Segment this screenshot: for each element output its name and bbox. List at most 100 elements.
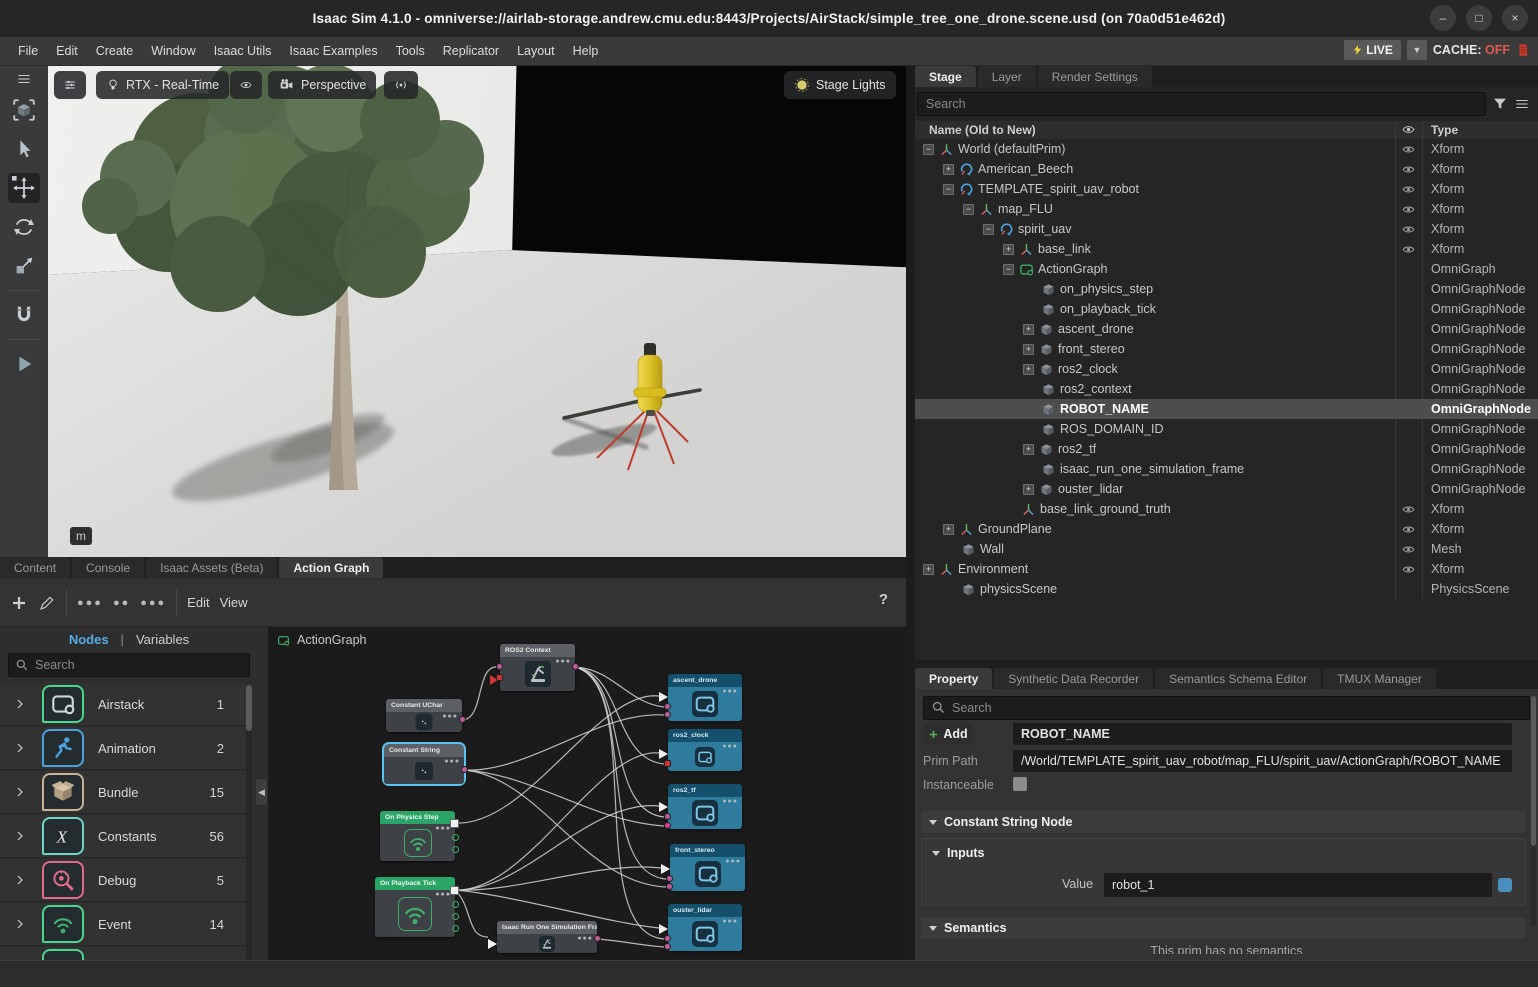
- stage-row-environment[interactable]: +EnvironmentXform: [915, 559, 1538, 579]
- visibility-eye-icon[interactable]: [1401, 163, 1416, 176]
- camera-selector[interactable]: Perspective: [268, 71, 376, 99]
- expand-icon[interactable]: +: [1023, 444, 1034, 455]
- type-column-header[interactable]: Type: [1431, 123, 1458, 137]
- tab-tmux-manager[interactable]: TMUX Manager: [1323, 668, 1436, 689]
- graph-node-front-stereo[interactable]: front_stereo●●●: [670, 844, 745, 891]
- tab-render-settings[interactable]: Render Settings: [1038, 66, 1152, 87]
- stage-row-wall[interactable]: WallMesh: [915, 539, 1538, 559]
- stage-row-robot-name[interactable]: ROBOT_NAMEOmniGraphNode: [915, 399, 1538, 419]
- stage-row-physicsscene[interactable]: physicsScenePhysicsScene: [915, 579, 1538, 599]
- data-port[interactable]: [666, 883, 673, 890]
- tab-layer[interactable]: Layer: [978, 66, 1036, 87]
- visibility-eye-icon[interactable]: [1401, 543, 1416, 556]
- stage-lights-button[interactable]: Stage Lights: [784, 71, 896, 99]
- data-port[interactable]: [664, 935, 671, 942]
- category-bundle[interactable]: Bundle15: [0, 771, 246, 814]
- list-options-icon[interactable]: [1514, 97, 1530, 111]
- bundle-port[interactable]: [452, 834, 459, 841]
- stage-row-american-beech[interactable]: +American_BeechXform: [915, 159, 1538, 179]
- graph-node-ouster-lidar[interactable]: ouster_lidar●●●: [668, 904, 742, 951]
- audio-button[interactable]: [384, 71, 418, 99]
- graph-node-ascent-drone[interactable]: ascent_drone●●●: [668, 674, 742, 721]
- stage-row-ros2-context[interactable]: ros2_contextOmniGraphNode: [915, 379, 1538, 399]
- help-button[interactable]: ?: [879, 591, 888, 608]
- stage-row-isaac-run-one-simulation-frame[interactable]: isaac_run_one_simulation_frameOmniGraphN…: [915, 459, 1538, 479]
- visibility-eye-icon[interactable]: [1401, 183, 1416, 196]
- collapse-icon[interactable]: −: [963, 204, 974, 215]
- bundle-port[interactable]: [452, 913, 459, 920]
- graph-node-ros2-context[interactable]: ROS2 Context●●●: [500, 644, 575, 691]
- category-airstack[interactable]: Airstack1: [0, 683, 246, 726]
- action-graph-canvas[interactable]: ActionGraph ROS2 Context●●●Constant UCha…: [268, 627, 906, 960]
- value-type-chip[interactable]: [1498, 878, 1512, 892]
- graph-node-isaac-run-one-simulation-frame[interactable]: Isaac Run One Simulation Frame●●●: [497, 921, 597, 953]
- constant-string-node-section[interactable]: Constant String Node: [921, 811, 1526, 833]
- menu-create[interactable]: Create: [88, 40, 142, 62]
- renderer-selector[interactable]: RTX - Real-Time: [96, 71, 229, 99]
- stage-row-ros2-tf[interactable]: +ros2_tfOmniGraphNode: [915, 439, 1538, 459]
- vertical-splitter[interactable]: [906, 66, 915, 960]
- stage-row-actiongraph[interactable]: −ActionGraphOmniGraph: [915, 259, 1538, 279]
- prim-path-field[interactable]: /World/TEMPLATE_spirit_uav_robot/map_FLU…: [1013, 750, 1512, 772]
- category-constants[interactable]: XConstants56: [0, 815, 246, 858]
- data-port-magenta[interactable]: [664, 822, 671, 829]
- exec-in-port[interactable]: [659, 692, 668, 702]
- graph-node-constant-uchar[interactable]: Constant UChar●●●: [386, 699, 462, 732]
- data-port[interactable]: [664, 943, 671, 950]
- edit-menu[interactable]: Edit: [187, 595, 209, 610]
- visibility-eye-icon[interactable]: [1401, 523, 1416, 536]
- snap-tool[interactable]: [8, 300, 40, 330]
- play-tool[interactable]: [8, 349, 40, 379]
- tab-console[interactable]: Console: [72, 557, 144, 578]
- stage-search-input[interactable]: [917, 92, 1486, 116]
- stage-row-ros-domain-id[interactable]: ROS_DOMAIN_IDOmniGraphNode: [915, 419, 1538, 439]
- stage-row-ascent-drone[interactable]: +ascent_droneOmniGraphNode: [915, 319, 1538, 339]
- filter-icon[interactable]: [1492, 96, 1508, 112]
- menu-help[interactable]: Help: [565, 40, 607, 62]
- expand-icon[interactable]: +: [1023, 324, 1034, 335]
- tab-isaac-assets-beta-[interactable]: Isaac Assets (Beta): [146, 557, 277, 578]
- visibility-eye-icon[interactable]: [1401, 503, 1416, 516]
- expand-icon[interactable]: +: [1023, 484, 1034, 495]
- tab-action-graph[interactable]: Action Graph: [279, 557, 383, 578]
- category-partial[interactable]: [0, 947, 246, 960]
- stage-row-ouster-lidar[interactable]: +ouster_lidarOmniGraphNode: [915, 479, 1538, 499]
- new-graph-plus-icon[interactable]: [10, 594, 28, 612]
- tab-nodes[interactable]: Nodes: [69, 632, 109, 647]
- graph-node-constant-string[interactable]: Constant String●●●: [384, 744, 464, 784]
- edit-pencil-icon[interactable]: [38, 594, 56, 612]
- chevron-right-icon[interactable]: [14, 786, 26, 798]
- category-debug[interactable]: Debug5: [0, 859, 246, 902]
- menu-isaac-utils[interactable]: Isaac Utils: [206, 40, 280, 62]
- menu-isaac-examples[interactable]: Isaac Examples: [281, 40, 385, 62]
- tab-variables[interactable]: Variables: [136, 632, 189, 647]
- stage-row-front-stereo[interactable]: +front_stereoOmniGraphNode: [915, 339, 1538, 359]
- node-list-scrollbar[interactable]: [246, 685, 252, 965]
- cache-document-icon[interactable]: [1516, 42, 1530, 58]
- collapse-icon[interactable]: −: [983, 224, 994, 235]
- menu-replicator[interactable]: Replicator: [435, 40, 507, 62]
- property-search-input[interactable]: [923, 696, 1530, 720]
- chevron-right-icon[interactable]: [14, 742, 26, 754]
- expand-icon[interactable]: +: [923, 564, 934, 575]
- select-mode-tool[interactable]: [8, 95, 40, 125]
- category-animation[interactable]: Animation2: [0, 727, 246, 770]
- live-dropdown-chevron-icon[interactable]: ▼: [1407, 40, 1427, 60]
- rotate-tool[interactable]: [8, 212, 40, 242]
- inputs-section[interactable]: Inputs: [932, 846, 985, 860]
- tab-property[interactable]: Property: [915, 668, 992, 689]
- stage-row-world-defaultprim-[interactable]: −World (defaultPrim)Xform: [915, 139, 1538, 159]
- visibility-eye-icon[interactable]: [1401, 143, 1416, 156]
- data-port[interactable]: [664, 703, 671, 710]
- stage-row-on-playback-tick[interactable]: on_playback_tickOmniGraphNode: [915, 299, 1538, 319]
- live-button[interactable]: LIVE: [1344, 40, 1401, 60]
- visibility-eye-icon[interactable]: [1401, 243, 1416, 256]
- menu-file[interactable]: File: [10, 40, 46, 62]
- move-tool[interactable]: [8, 173, 40, 203]
- data-port[interactable]: [459, 716, 466, 723]
- visibility-eye-icon[interactable]: [1401, 563, 1416, 576]
- instanceable-checkbox[interactable]: [1013, 777, 1027, 791]
- visibility-eye-icon[interactable]: [1401, 223, 1416, 236]
- 3d-viewport[interactable]: RTX - Real-Time Perspective Stage Lights…: [48, 66, 906, 557]
- stage-row-template-spirit-uav-robot[interactable]: −TEMPLATE_spirit_uav_robotXform: [915, 179, 1538, 199]
